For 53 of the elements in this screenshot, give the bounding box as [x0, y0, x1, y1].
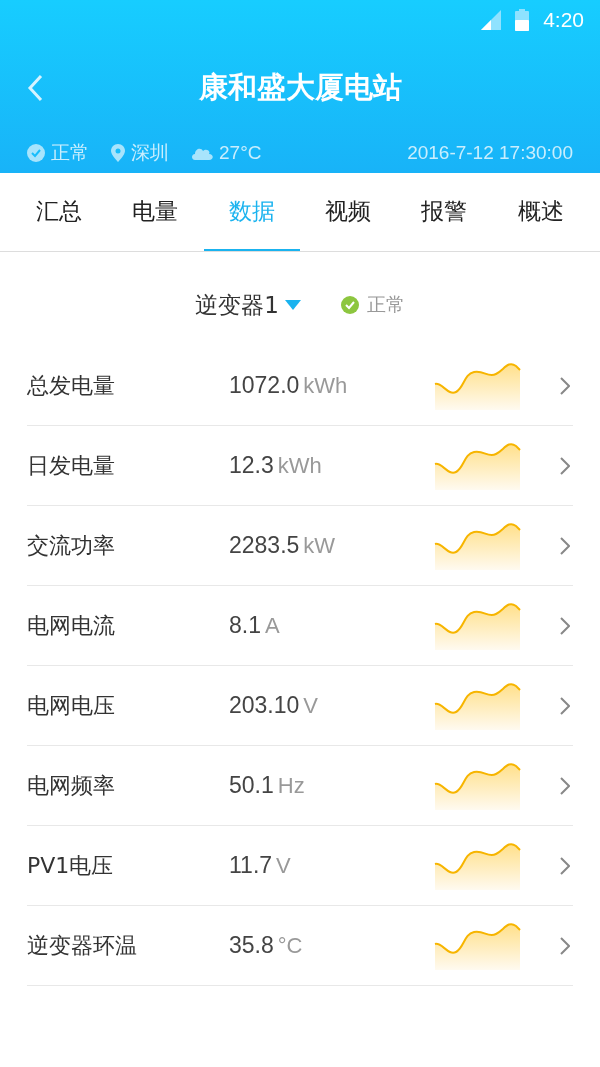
metric-unit: V	[276, 852, 291, 879]
metric-value: 2283.5	[229, 532, 300, 559]
metric-label: 总发电量	[27, 371, 116, 400]
metric-unit: Hz	[277, 772, 305, 799]
chevron-right-icon[interactable]	[560, 456, 570, 475]
dropdown-caret-icon[interactable]	[284, 300, 301, 310]
metric-value: 12.3	[229, 452, 274, 479]
chevron-right-icon[interactable]	[560, 536, 570, 555]
metric-value: 11.7	[229, 852, 273, 879]
location-text: 深圳	[131, 141, 169, 165]
location-pin-icon	[111, 144, 125, 162]
metric-unit: kWh	[303, 372, 348, 399]
metric-unit: A	[265, 612, 280, 639]
station-status: 正常	[51, 141, 89, 165]
chevron-right-icon[interactable]	[560, 776, 570, 795]
temperature-text: 27°C	[219, 142, 262, 164]
tab[interactable]: 概述	[492, 173, 589, 251]
signal-icon	[481, 10, 502, 30]
battery-icon	[515, 9, 530, 31]
metric-label: 电网频率	[27, 771, 116, 800]
metric-label: PV1电压	[27, 851, 115, 880]
tab[interactable]: 汇总	[11, 173, 108, 251]
metric-label: 交流功率	[27, 531, 116, 560]
tab[interactable]: 视频	[300, 173, 397, 251]
back-icon[interactable]	[27, 74, 43, 102]
chevron-right-icon[interactable]	[560, 616, 570, 635]
chevron-right-icon[interactable]	[560, 936, 570, 955]
check-circle-icon	[340, 296, 359, 314]
device-status: 正常	[366, 292, 405, 317]
tab[interactable]: 电量	[107, 173, 204, 251]
metric-label: 电网电压	[27, 691, 116, 720]
tab[interactable]: 报警	[396, 173, 493, 251]
metric-value: 203.10	[229, 692, 300, 719]
chevron-right-icon[interactable]	[560, 696, 570, 715]
metric-unit: °C	[277, 932, 303, 959]
clock-time: 4:20	[543, 8, 584, 32]
metric-unit: kWh	[277, 452, 322, 479]
device-selector[interactable]: 逆变器1	[195, 289, 279, 321]
metric-label: 日发电量	[27, 451, 116, 480]
page-title: 康和盛大厦电站	[198, 68, 402, 106]
metric-label: 逆变器环温	[27, 931, 138, 960]
cloud-icon	[191, 146, 213, 160]
metric-value: 50.1	[229, 772, 274, 799]
metric-unit: kW	[303, 532, 336, 559]
metric-label: 电网电流	[27, 611, 116, 640]
metric-value: 8.1	[229, 612, 261, 639]
metric-unit: V	[303, 692, 319, 719]
metric-value: 1072.0	[229, 372, 300, 399]
chevron-right-icon[interactable]	[560, 376, 570, 395]
datetime-text: 2016-7-12 17:30:00	[407, 142, 573, 164]
metric-value: 35.8	[229, 932, 274, 959]
check-circle-icon	[27, 144, 45, 162]
chevron-right-icon[interactable]	[560, 856, 570, 875]
